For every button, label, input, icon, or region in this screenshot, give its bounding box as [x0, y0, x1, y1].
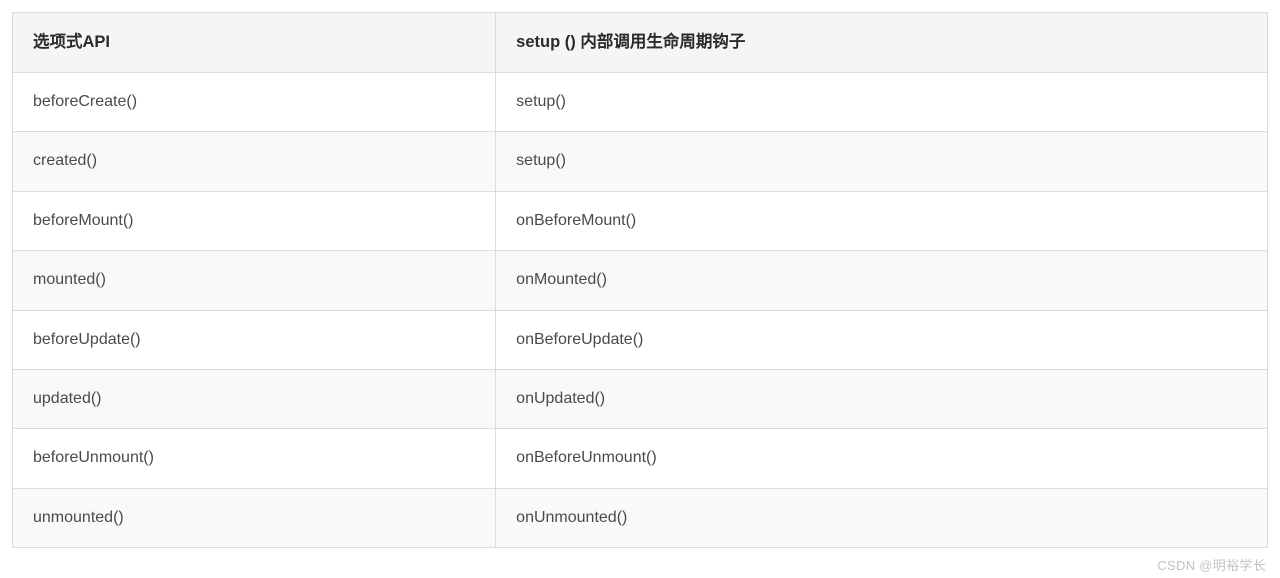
- table-row: beforeCreate() setup(): [13, 73, 1268, 132]
- table-row: unmounted() onUnmounted(): [13, 488, 1268, 547]
- cell-setup-hook: onUpdated(): [496, 370, 1268, 429]
- table-row: beforeUnmount() onBeforeUnmount(): [13, 429, 1268, 488]
- table-row: updated() onUpdated(): [13, 370, 1268, 429]
- cell-setup-hook: onBeforeMount(): [496, 191, 1268, 250]
- lifecycle-table: 选项式API setup () 内部调用生命周期钩子 beforeCreate(…: [12, 12, 1268, 548]
- header-setup-hooks: setup () 内部调用生命周期钩子: [496, 13, 1268, 73]
- table-row: created() setup(): [13, 132, 1268, 191]
- cell-options-api: beforeCreate(): [13, 73, 496, 132]
- cell-options-api: beforeUnmount(): [13, 429, 496, 488]
- table-row: beforeMount() onBeforeMount(): [13, 191, 1268, 250]
- table-row: mounted() onMounted(): [13, 251, 1268, 310]
- cell-options-api: updated(): [13, 370, 496, 429]
- watermark: CSDN @明裕学长: [1157, 555, 1266, 574]
- table-header-row: 选项式API setup () 内部调用生命周期钩子: [13, 13, 1268, 73]
- cell-setup-hook: onBeforeUnmount(): [496, 429, 1268, 488]
- cell-setup-hook: onBeforeUpdate(): [496, 310, 1268, 369]
- cell-setup-hook: onMounted(): [496, 251, 1268, 310]
- cell-options-api: mounted(): [13, 251, 496, 310]
- cell-options-api: beforeUpdate(): [13, 310, 496, 369]
- cell-options-api: beforeMount(): [13, 191, 496, 250]
- cell-setup-hook: setup(): [496, 73, 1268, 132]
- header-options-api: 选项式API: [13, 13, 496, 73]
- cell-setup-hook: setup(): [496, 132, 1268, 191]
- cell-options-api: created(): [13, 132, 496, 191]
- table-row: beforeUpdate() onBeforeUpdate(): [13, 310, 1268, 369]
- cell-setup-hook: onUnmounted(): [496, 488, 1268, 547]
- cell-options-api: unmounted(): [13, 488, 496, 547]
